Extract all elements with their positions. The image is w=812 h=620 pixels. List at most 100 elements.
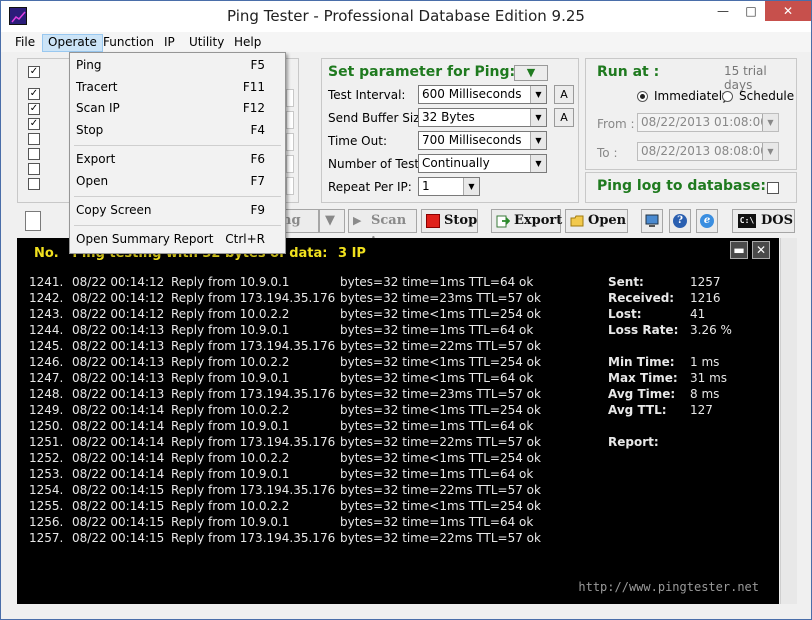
immediately-radio[interactable] xyxy=(637,91,648,102)
console-scrollbar[interactable] xyxy=(780,238,797,604)
row-from: Reply from 10.0.2.2 xyxy=(171,307,290,321)
menu-item-ping[interactable]: Ping F5 xyxy=(70,55,285,76)
ip-checkbox[interactable]: ✓ xyxy=(28,103,40,115)
menu-item-shortcut: F7 xyxy=(250,174,265,188)
row-from: Reply from 173.194.35.176 xyxy=(171,531,336,545)
params-panel: Set parameter for Ping: ▼ Test Interval:… xyxy=(321,58,579,203)
menu-item-shortcut: F6 xyxy=(250,152,265,166)
row-time: 08/22 00:14:15 xyxy=(72,531,165,545)
schedule-radio[interactable] xyxy=(722,91,733,102)
stat-label: Min Time: xyxy=(608,355,675,369)
stat-label: Avg Time: xyxy=(608,387,676,401)
menu-item-copy-screen[interactable]: Copy Screen F9 xyxy=(70,200,285,221)
browser-button[interactable]: e xyxy=(696,209,718,233)
ip-checkbox[interactable]: ✓ xyxy=(28,118,40,130)
timeout-select[interactable]: 700 Milliseconds ▼ xyxy=(418,131,547,150)
repeat-select[interactable]: 1 ▼ xyxy=(418,177,480,196)
row-from: Reply from 10.0.2.2 xyxy=(171,451,290,465)
count-select[interactable]: Continually ▼ xyxy=(418,154,547,173)
params-expand-button[interactable]: ▼ xyxy=(514,65,548,81)
menu-operate[interactable]: Operate xyxy=(42,34,103,52)
maximize-button[interactable]: □ xyxy=(737,1,765,21)
row-res: bytes=32 time=1ms TTL=64 ok xyxy=(340,323,534,337)
timeout-label: Time Out: xyxy=(328,134,387,148)
command-prompt-icon: C:\ xyxy=(738,214,756,228)
menu-ip[interactable]: IP xyxy=(159,34,180,52)
stat-label: Avg TTL: xyxy=(608,403,667,417)
to-label: To : xyxy=(597,146,618,160)
row-res: bytes=32 time<1ms TTL=64 ok xyxy=(340,371,534,385)
menu-item-shortcut: F5 xyxy=(250,58,265,72)
trial-days-label: 15 trial days xyxy=(724,64,767,92)
row-from: Reply from 10.9.0.1 xyxy=(171,323,290,337)
ping-output-console[interactable]: No. Ping testing with 32 bytes of data: … xyxy=(17,238,779,604)
menu-bar: File Operate Function IP Utility Help xyxy=(1,32,811,52)
open-button[interactable]: Open xyxy=(565,209,628,233)
close-console-button[interactable]: ✕ xyxy=(752,241,770,259)
row-from: Reply from 173.194.35.176 xyxy=(171,483,336,497)
menu-item-tracert[interactable]: Tracert F11 xyxy=(70,77,285,98)
row-res: bytes=32 time=22ms TTL=57 ok xyxy=(340,339,541,353)
menu-help[interactable]: Help xyxy=(229,34,266,52)
stat-value: 127 xyxy=(690,403,713,417)
row-time: 08/22 00:14:15 xyxy=(72,499,165,513)
menu-function[interactable]: Function xyxy=(98,34,159,52)
buffer-label: Send Buffer Size: xyxy=(328,111,431,125)
menu-item-label: Stop xyxy=(76,123,104,137)
copy-screen-button[interactable] xyxy=(641,209,663,233)
dos-button[interactable]: C:\ DOS xyxy=(732,209,795,233)
ip-checkbox[interactable] xyxy=(28,178,40,190)
ip-input-edge[interactable] xyxy=(25,211,41,231)
minimize-console-button[interactable]: ▬ xyxy=(730,241,748,259)
interval-label: Test Interval: xyxy=(328,88,406,102)
export-button[interactable]: Export xyxy=(491,209,562,233)
menu-item-shortcut: F4 xyxy=(250,123,265,137)
stat-label: Sent: xyxy=(608,275,644,289)
ip-checkbox[interactable] xyxy=(28,163,40,175)
row-from: Reply from 10.9.0.1 xyxy=(171,419,290,433)
ip-field-edge xyxy=(286,111,294,129)
menu-utility[interactable]: Utility xyxy=(184,34,229,52)
buffer-a-button[interactable]: A xyxy=(554,108,574,127)
help-button[interactable]: ? xyxy=(669,209,691,233)
ip-checkbox[interactable] xyxy=(28,133,40,145)
row-res: bytes=32 time=22ms TTL=57 ok xyxy=(340,531,541,545)
row-time: 08/22 00:14:14 xyxy=(72,467,165,481)
console-ip-count: 3 IP xyxy=(338,246,366,261)
log-checkbox[interactable] xyxy=(767,182,779,194)
scan-ip-button[interactable]: ▶ Scan ip xyxy=(348,209,417,250)
row-from: Reply from 10.0.2.2 xyxy=(171,499,290,513)
close-button[interactable]: ✕ xyxy=(765,1,811,21)
menu-file[interactable]: File xyxy=(10,34,40,52)
row-no: 1255. xyxy=(29,499,64,513)
interval-select[interactable]: 600 Milliseconds ▼ xyxy=(418,85,547,104)
window-title: Ping Tester - Professional Database Edit… xyxy=(227,7,585,25)
ip-checkbox[interactable] xyxy=(28,148,40,160)
from-value: 08/22/2013 01:08:00 xyxy=(641,115,768,129)
menu-item-open[interactable]: Open F7 xyxy=(70,171,285,192)
menu-item-stop[interactable]: Stop F4 xyxy=(70,120,285,141)
stop-button[interactable]: Stop xyxy=(421,209,478,233)
count-label: Number of Test: xyxy=(328,157,424,171)
menu-item-label: Copy Screen xyxy=(76,203,152,217)
export-icon xyxy=(496,214,511,228)
stat-label: Lost: xyxy=(608,307,642,321)
count-value: Continually xyxy=(422,156,490,170)
from-datetime[interactable]: 08/22/2013 01:08:00 ▼ xyxy=(637,113,779,132)
ping-dropdown-button[interactable]: ▼ xyxy=(319,209,345,233)
ip-checkbox[interactable]: ✓ xyxy=(28,66,40,78)
minimize-button[interactable]: — xyxy=(709,1,737,21)
row-time: 08/22 00:14:14 xyxy=(72,403,165,417)
menu-item-open-summary-report[interactable]: Open Summary Report Ctrl+R xyxy=(70,229,285,250)
row-no: 1257. xyxy=(29,531,64,545)
ip-checkbox[interactable]: ✓ xyxy=(28,88,40,100)
title-bar[interactable]: Ping Tester - Professional Database Edit… xyxy=(1,1,811,32)
menu-item-export[interactable]: Export F6 xyxy=(70,149,285,170)
row-no: 1253. xyxy=(29,467,64,481)
website-url[interactable]: http://www.pingtester.net xyxy=(578,580,759,594)
buffer-select[interactable]: 32 Bytes ▼ xyxy=(418,108,547,127)
stop-label: Stop xyxy=(444,213,478,228)
to-datetime[interactable]: 08/22/2013 08:08:00 ▼ xyxy=(637,142,779,161)
interval-a-button[interactable]: A xyxy=(554,85,574,104)
menu-item-scan-ip[interactable]: Scan IP F12 xyxy=(70,98,285,119)
